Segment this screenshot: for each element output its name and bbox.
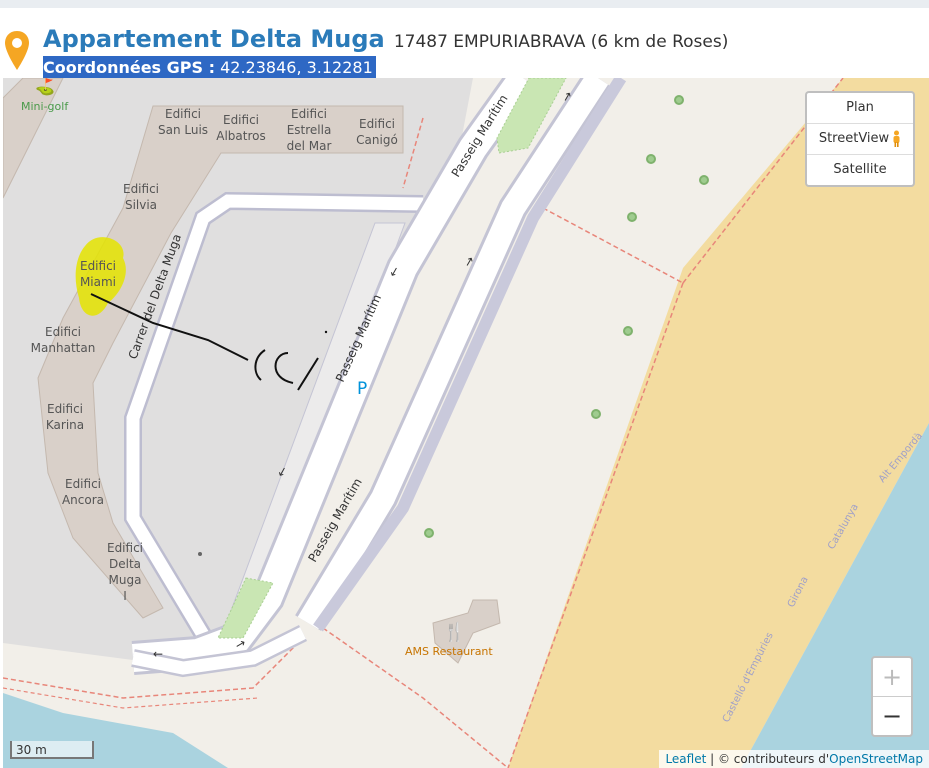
tree [627, 212, 637, 222]
building-label-line: Edifici [359, 117, 395, 131]
layer-streetview-option[interactable]: StreetView [807, 124, 913, 155]
building-label-line: Delta [109, 557, 141, 571]
pen-dot [324, 330, 328, 334]
restaurant-icon: 🍴 [443, 621, 465, 643]
openstreetmap-link[interactable]: OpenStreetMap [829, 752, 923, 766]
gps-value: 42.23846, 3.12281 [220, 58, 373, 77]
zoom-in-button[interactable]: + [873, 658, 911, 697]
restaurant-label: AMS Restaurant [405, 645, 493, 658]
road-dot [198, 552, 202, 556]
arrow: ← [153, 647, 163, 661]
pegman-icon [893, 130, 900, 147]
building-label: Edifici Estrella del Mar [287, 107, 332, 153]
parking-label: P [357, 379, 367, 399]
zoom-control: + − [871, 656, 913, 737]
boundary-line [542, 207, 684, 284]
scale-bar: 30 m [10, 741, 94, 759]
listing-header: Appartement Delta Muga 17487 EMPURIABRAV… [0, 8, 929, 79]
map-pin-icon [5, 31, 29, 70]
zoom-out-button[interactable]: − [873, 697, 911, 735]
tree [424, 528, 434, 538]
layer-satellite-option[interactable]: Satellite [807, 155, 913, 185]
attribution-text: | © contributeurs d' [710, 752, 830, 766]
building-label-line: Canigó [356, 133, 398, 147]
building-label-line: Edifici [291, 107, 327, 121]
title-line: Appartement Delta Muga 17487 EMPURIABRAV… [43, 25, 728, 53]
building-label-line: I [123, 589, 127, 603]
layer-plan-label: Plan [846, 100, 874, 115]
minigolf-label: Mini-golf [21, 100, 69, 113]
building-label-line: Edifici [45, 325, 81, 339]
gps-label: Coordonnées GPS : [43, 58, 215, 77]
building-label-line: Silvia [125, 198, 157, 212]
map-tiles: → ← → ← ← → Mini-golf ⛳ Edifici San LuisE… [3, 78, 929, 768]
building-label-line: Manhattan [31, 341, 96, 355]
building-label-line: Edifici [223, 113, 259, 127]
layer-plan-option[interactable]: Plan [807, 93, 913, 124]
layer-switcher: Plan StreetView Satellite [805, 91, 915, 187]
building-label-line: Ancora [62, 493, 104, 507]
layer-satellite-label: Satellite [833, 162, 887, 177]
tree [699, 175, 709, 185]
building-label-line: Muga [109, 573, 142, 587]
page-title: Appartement Delta Muga [43, 25, 385, 53]
address-text: 17487 EMPURIABRAVA (6 km de Roses) [393, 32, 729, 52]
building-label-line: Miami [80, 275, 116, 289]
map-view[interactable]: → ← → ← ← → Mini-golf ⛳ Edifici San Luis E… [3, 78, 929, 768]
building-label-line: Edifici [47, 402, 83, 416]
tree [623, 326, 633, 336]
top-strip [0, 0, 929, 8]
building-label-line: Albatros [216, 129, 265, 143]
building-label-line: Karina [46, 418, 84, 432]
tree [674, 95, 684, 105]
attribution: Leaflet | © contributeurs d'OpenStreetMa… [659, 750, 929, 768]
building-label-line: Edifici [123, 182, 159, 196]
building-label-line: San Luis [158, 123, 208, 137]
leaflet-link[interactable]: Leaflet [665, 752, 706, 766]
building-label-line: Edifici [107, 541, 143, 555]
tree [646, 154, 656, 164]
minigolf-icon: ⛳ [35, 78, 55, 96]
building-label-line: Edifici [65, 477, 101, 491]
building-label-line: Edifici [80, 259, 116, 273]
building-label-line: Edifici [165, 107, 201, 121]
building-label-line: del Mar [287, 139, 332, 153]
layer-streetview-label: StreetView [818, 131, 890, 146]
building-label-line: Estrella [287, 123, 332, 137]
gps-coordinates: Coordonnées GPS : 42.23846, 3.12281 [43, 56, 376, 79]
tree [591, 409, 601, 419]
